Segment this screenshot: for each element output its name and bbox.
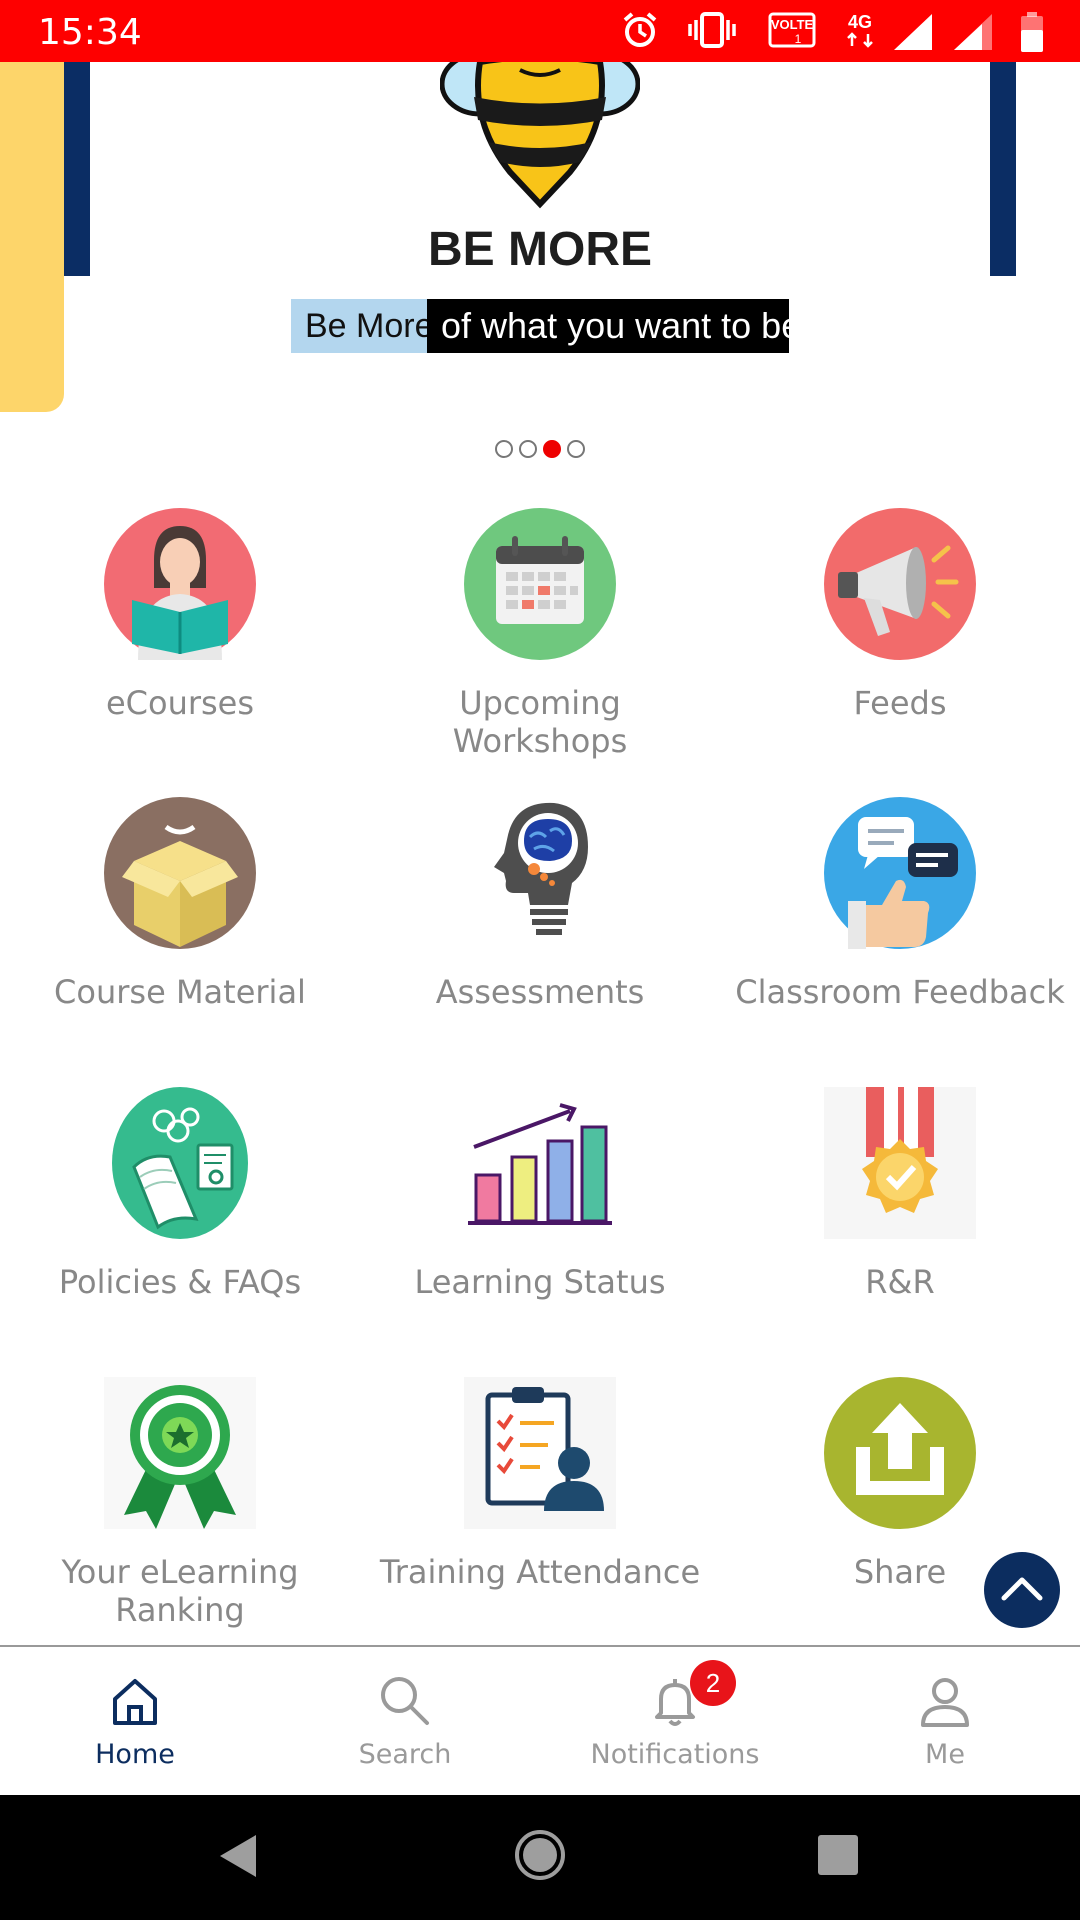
- tile-assessments[interactable]: Assessments: [370, 797, 710, 1011]
- tile-learning-status[interactable]: Learning Status: [370, 1087, 710, 1301]
- tile-policies-faqs[interactable]: Policies & FAQs: [10, 1087, 350, 1301]
- tile-ecourses[interactable]: eCourses: [10, 508, 350, 722]
- tile-label: Training Attendance: [379, 1553, 701, 1591]
- app-screen: 15:34 VOLTE 1 4G BE MORE Be More of what…: [0, 0, 1080, 1920]
- calendar-icon: [464, 508, 616, 660]
- feedback-thumbs-up-icon: [824, 797, 976, 949]
- megaphone-icon: [824, 508, 976, 660]
- bar-chart-growth-icon: [464, 1087, 616, 1239]
- tile-r-and-r[interactable]: R&R: [730, 1087, 1070, 1301]
- recents-icon[interactable]: [816, 1833, 860, 1877]
- status-bar: 15:34 VOLTE 1 4G: [0, 0, 1080, 62]
- nav-home[interactable]: Home: [0, 1647, 270, 1797]
- status-time: 15:34: [38, 12, 142, 53]
- scroll-to-top-button[interactable]: [984, 1552, 1060, 1628]
- tile-course-material[interactable]: Course Material: [10, 797, 350, 1011]
- bee-illustration: [440, 62, 640, 209]
- promo-banner-carousel[interactable]: BE MORE Be More of what you want to be: [0, 62, 1080, 422]
- carousel-pagination: [0, 440, 1080, 458]
- tile-label: eCourses: [105, 684, 255, 722]
- back-icon[interactable]: [214, 1831, 264, 1881]
- carousel-dot[interactable]: [495, 440, 513, 458]
- chevron-up-icon: [1001, 1577, 1043, 1601]
- brain-bulb-icon: [464, 797, 616, 949]
- tagline-rest: of what you want to be: [427, 299, 801, 353]
- battery-icon: [1021, 12, 1043, 52]
- tile-elearning-ranking[interactable]: Your eLearning Ranking: [10, 1377, 350, 1629]
- carousel-dot-active[interactable]: [543, 440, 561, 458]
- tile-upcoming-workshops[interactable]: Upcoming Workshops: [370, 508, 710, 760]
- tagline-highlight: Be More: [291, 299, 434, 353]
- nav-notifications[interactable]: Notifications: [540, 1647, 810, 1797]
- vibrate-icon: [688, 12, 736, 48]
- carousel-dot[interactable]: [519, 440, 537, 458]
- svg-text:1: 1: [795, 32, 802, 46]
- banner-tagline: Be More of what you want to be: [291, 299, 801, 353]
- alarm-icon: [623, 12, 657, 47]
- tile-label: Upcoming Workshops: [452, 684, 628, 760]
- award-ribbon-icon: [104, 1377, 256, 1529]
- carousel-dot[interactable]: [567, 440, 585, 458]
- nav-search[interactable]: Search: [270, 1647, 540, 1797]
- upload-share-icon: [824, 1377, 976, 1529]
- tile-label: Feeds: [853, 684, 947, 722]
- box-icon: [104, 797, 256, 949]
- clipboard-checklist-icon: [464, 1377, 616, 1529]
- nav-label: Search: [358, 1739, 452, 1770]
- signal-strength-icon: [894, 14, 932, 50]
- tile-label: Your eLearning Ranking: [61, 1553, 299, 1629]
- nav-label: Notifications: [590, 1739, 760, 1770]
- nav-label: Home: [95, 1739, 175, 1770]
- tile-training-attendance[interactable]: Training Attendance: [370, 1377, 710, 1591]
- volte-icon: VOLTE 1: [768, 12, 816, 48]
- tile-classroom-feedback[interactable]: Classroom Feedback: [730, 797, 1070, 1011]
- banner-slide[interactable]: BE MORE Be More of what you want to be: [64, 62, 1016, 412]
- nav-me[interactable]: Me: [810, 1647, 1080, 1797]
- tile-label: Classroom Feedback: [735, 973, 1065, 1011]
- nav-label: Me: [925, 1739, 965, 1770]
- reader-icon: [104, 508, 256, 660]
- bottom-navigation: Home Search Notifications Me: [0, 1645, 1080, 1795]
- person-icon: [921, 1678, 969, 1727]
- tile-label: Policies & FAQs: [58, 1263, 302, 1301]
- tile-label: Course Material: [54, 973, 306, 1011]
- document-certificate-icon: [104, 1087, 256, 1239]
- previous-slide-peek[interactable]: [0, 62, 64, 412]
- home-icon: [113, 1679, 157, 1725]
- tile-label: Learning Status: [414, 1263, 666, 1301]
- network-4g-icon: 4G: [847, 12, 873, 48]
- svg-text:4G: 4G: [848, 12, 872, 32]
- medal-icon: [824, 1087, 976, 1239]
- home-button-icon[interactable]: [514, 1829, 566, 1881]
- tile-feeds[interactable]: Feeds: [730, 508, 1070, 722]
- system-navigation-bar: [0, 1795, 1080, 1920]
- tile-label: R&R: [865, 1263, 935, 1301]
- banner-headline: BE MORE: [427, 223, 652, 276]
- notification-count-badge: 2: [690, 1660, 736, 1706]
- svg-text:VOLTE: VOLTE: [771, 17, 814, 32]
- tile-label: Assessments: [435, 973, 645, 1011]
- search-icon: [381, 1677, 429, 1725]
- signal-strength-sim2-icon: [954, 14, 992, 50]
